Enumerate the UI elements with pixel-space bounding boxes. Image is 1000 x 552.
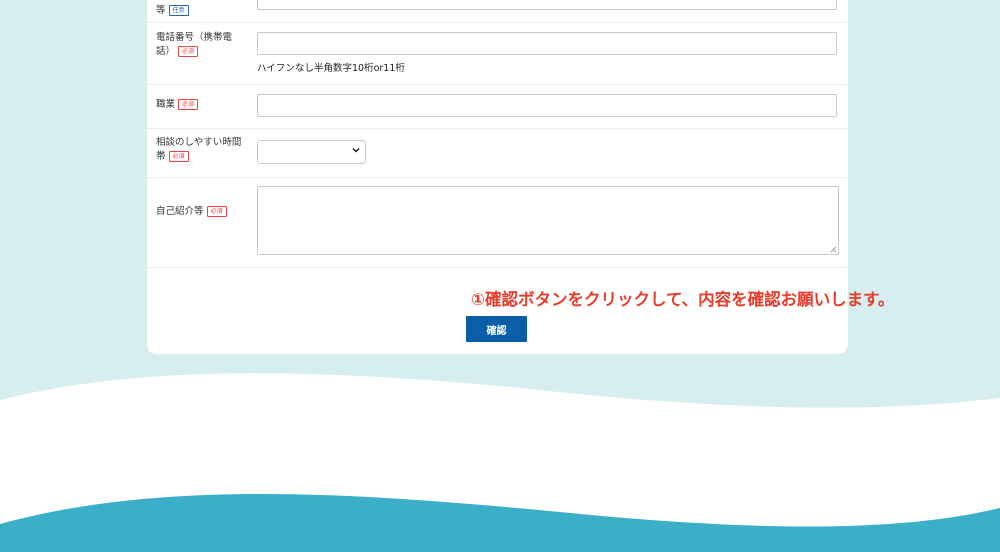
field-label-text: 職業 [156,99,176,110]
required-badge: 必須 [206,206,227,217]
field-label: 相談のしやすい時間帯 必須 [156,136,244,164]
form-row-occupation: 職業 必須 [147,84,848,129]
text-input[interactable] [257,0,837,10]
field-label-text: 等 [156,5,166,16]
form-row-phone: 電話番号（携帯電話） 必須 ハイフンなし半角数字10桁or11桁 [147,22,848,85]
field-label: 職業 必須 [156,98,244,112]
field-label: 自己紹介等 必須 [156,205,244,219]
instruction-text: ①確認ボタンをクリックして、内容を確認お願いします。 [471,290,895,309]
occupation-input[interactable] [257,94,837,117]
phone-input[interactable] [257,32,837,55]
optional-badge: 任意 [168,5,189,16]
phone-hint: ハイフンなし半角数字10桁or11桁 [257,63,405,74]
resize-grip-icon[interactable] [830,246,837,253]
contact-time-select[interactable] [257,140,366,164]
form-row-partial: 等任意 [147,0,848,23]
chevron-down-icon [352,148,360,153]
confirm-button[interactable]: 確認 [466,316,527,342]
required-badge: 必須 [168,151,189,162]
required-badge: 必須 [178,99,199,110]
self-intro-textarea[interactable] [257,186,839,255]
form-row-self-intro: 自己紹介等 必須 [147,177,848,268]
field-label: 等任意 [156,4,244,18]
form-row-contact-time: 相談のしやすい時間帯 必須 [147,128,848,178]
field-label-text: 自己紹介等 [156,206,204,217]
field-label: 電話番号（携帯電話） 必須 [156,31,244,59]
required-badge: 必須 [178,46,199,57]
